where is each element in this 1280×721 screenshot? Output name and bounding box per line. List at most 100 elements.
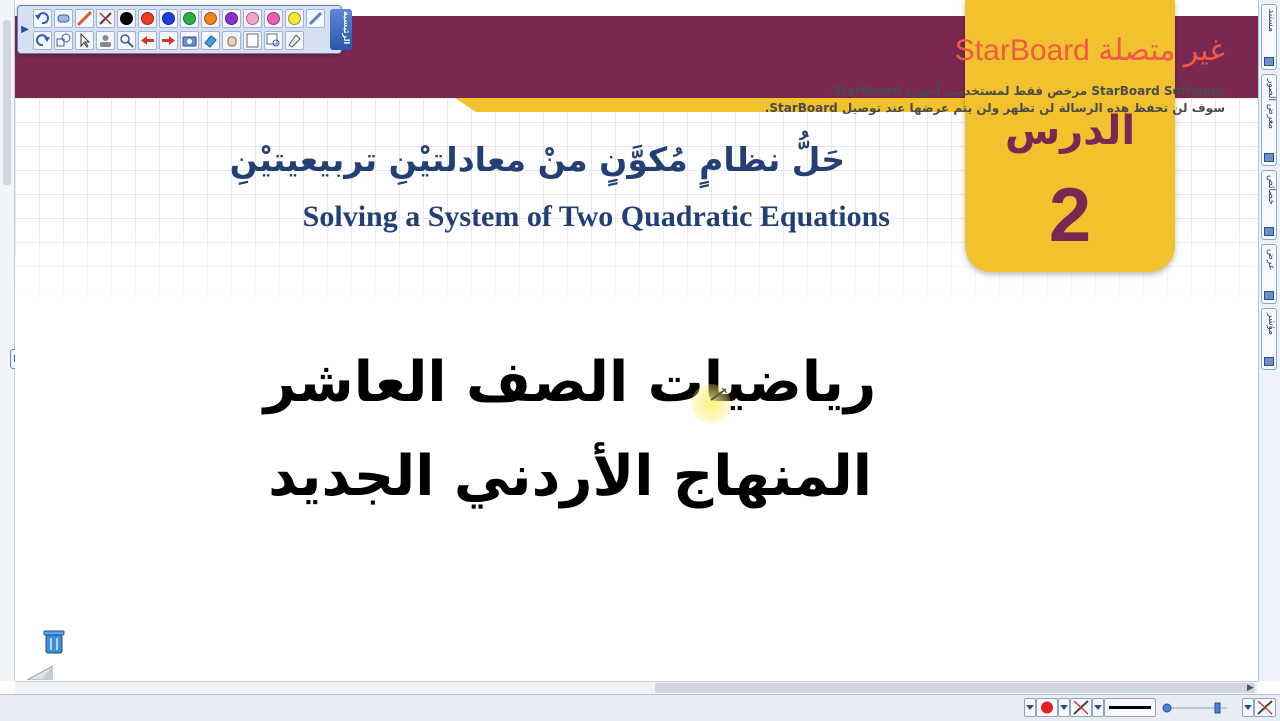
previous-page-button[interactable] — [138, 31, 157, 50]
undo-button[interactable] — [33, 9, 52, 28]
lesson-title-arabic: حَلُّ نظامٍ مُكوَّنٍ منْ معادلتيْنِ تربي… — [229, 140, 845, 179]
record-button[interactable] — [1036, 698, 1058, 717]
pen-slash-icon — [1073, 700, 1089, 715]
color-swatch-green — [183, 12, 196, 25]
chevron-down-icon — [1094, 705, 1102, 710]
watermark-title: غير متصلة StarBoard — [954, 34, 1225, 67]
tab-image-gallery-label: معرض الصور — [1266, 79, 1276, 129]
color-blue-button[interactable] — [159, 9, 178, 28]
pointer-icon — [1264, 357, 1274, 366]
color-swatch-purple — [225, 12, 238, 25]
right-sidebar: مستند معرض الصور خصائص عرض مؤشر — [1258, 0, 1280, 681]
color-swatch-yellow — [288, 12, 301, 25]
color-swatch-black — [120, 12, 133, 25]
arrow-pointer-icon — [80, 32, 91, 48]
scroll-right-icon[interactable]: ▶ — [1247, 682, 1257, 694]
color-swatch-red — [141, 12, 154, 25]
pen-style-button[interactable] — [1070, 698, 1092, 717]
color-green-button[interactable] — [180, 9, 199, 28]
lesson-number: 2 — [1048, 173, 1092, 258]
gallery-icon — [1264, 153, 1274, 162]
line-width-selector[interactable] — [1104, 698, 1156, 717]
undo-icon — [35, 12, 49, 25]
redo-icon — [36, 34, 50, 47]
color-swatch-blue — [162, 12, 175, 25]
page-curl-icon[interactable] — [27, 664, 53, 680]
shapes-icon — [56, 33, 71, 47]
shapes-button[interactable] — [54, 31, 73, 50]
trash-icon[interactable] — [43, 629, 65, 655]
pen-menu-dropdown[interactable] — [1024, 698, 1036, 717]
slide-canvas[interactable]: الدرس 2 غير متصلة StarBoard StarBoard So… — [15, 0, 1258, 681]
properties-icon — [1264, 227, 1274, 236]
next-page-button[interactable] — [159, 31, 178, 50]
tab-pointer-label: مؤشر — [1266, 313, 1276, 335]
mouse-icon — [57, 14, 70, 23]
color-orange-button[interactable] — [201, 9, 220, 28]
tab-view[interactable]: عرض — [1261, 244, 1277, 304]
floating-toolbar: ▶ الرئيسية — [17, 5, 352, 54]
eraser-button[interactable] — [201, 31, 220, 50]
hand-icon — [227, 36, 237, 47]
tab-document[interactable]: مستند — [1261, 4, 1277, 70]
tab-pointer[interactable]: مؤشر — [1261, 308, 1277, 370]
tab-view-label: عرض — [1266, 249, 1276, 271]
toolbar-extra-button[interactable] — [306, 9, 325, 28]
paint-icon — [288, 34, 301, 48]
pen-slash-icon — [99, 12, 112, 25]
settings-button[interactable] — [285, 31, 304, 50]
mouse-mode-button[interactable] — [54, 9, 73, 28]
pen-tool-button[interactable] — [75, 9, 94, 28]
color-pink-button[interactable] — [264, 9, 283, 28]
color-light-pink-button[interactable] — [243, 9, 262, 28]
tab-properties-label: خصائص — [1266, 175, 1276, 205]
watermark-line-2: سوف لن تحفظ هذه الرسالة لن تظهر ولن يتم … — [764, 101, 1225, 115]
pen-cursor-icon — [710, 387, 728, 401]
collapse-toolbar-icon[interactable]: ▶ — [20, 22, 30, 38]
status-bar — [0, 694, 1280, 721]
slider-track-icon — [1162, 702, 1227, 714]
status-dropdown[interactable] — [1242, 698, 1254, 717]
blank-page-button[interactable] — [243, 31, 262, 50]
magnifier-icon — [120, 34, 134, 48]
color-yellow-button[interactable] — [285, 9, 304, 28]
width-slider[interactable] — [1156, 698, 1238, 717]
horizontal-scrollbar[interactable]: ▶ — [15, 681, 1258, 695]
zoom-page-icon — [266, 33, 280, 47]
record-menu-dropdown[interactable] — [1058, 698, 1070, 717]
pen-icon — [1257, 700, 1273, 715]
chevron-down-icon — [1244, 705, 1252, 710]
watermark-line-1: StarBoard Software مرخص فقط لمستخدمي أجه… — [828, 84, 1225, 98]
select-button[interactable] — [75, 31, 94, 50]
arrow-right-icon — [162, 36, 175, 45]
blank-page-icon — [246, 33, 259, 48]
left-scrollbar[interactable] — [0, 0, 15, 681]
tab-document-label: مستند — [1266, 9, 1276, 33]
screen-zoom-button[interactable] — [264, 31, 283, 50]
redo-button[interactable] — [33, 31, 52, 50]
tab-image-gallery[interactable]: معرض الصور — [1261, 74, 1277, 166]
pen-style-dropdown[interactable] — [1092, 698, 1104, 717]
highlighter-icon — [308, 11, 323, 26]
user-button[interactable] — [96, 31, 115, 50]
left-scrollbar-thumb[interactable] — [3, 20, 11, 185]
eraser-pen-button[interactable] — [96, 9, 115, 28]
user-icon — [100, 35, 111, 47]
zoom-button[interactable] — [117, 31, 136, 50]
hand-tool-button[interactable] — [222, 31, 241, 50]
starboard-window: ▶ الدرس 2 غير متصلة StarBoard StarBoard … — [0, 0, 1280, 721]
color-red-button[interactable] — [138, 9, 157, 28]
pen-icon — [76, 10, 93, 27]
pen-tool-quick-button[interactable] — [1254, 698, 1276, 717]
color-black-button[interactable] — [117, 9, 136, 28]
horizontal-scrollbar-thumb[interactable] — [655, 683, 1255, 693]
chevron-down-icon — [1060, 705, 1068, 710]
arrow-left-icon — [141, 36, 154, 45]
tab-properties[interactable]: خصائص — [1261, 170, 1277, 240]
color-swatch-orange — [204, 12, 217, 25]
toolbar-main-label: الرئيسية — [342, 11, 351, 45]
screen-capture-button[interactable] — [180, 31, 199, 50]
color-swatch-pink — [267, 12, 280, 25]
lesson-title-english: Solving a System of Two Quadratic Equati… — [302, 200, 890, 233]
color-purple-button[interactable] — [222, 9, 241, 28]
